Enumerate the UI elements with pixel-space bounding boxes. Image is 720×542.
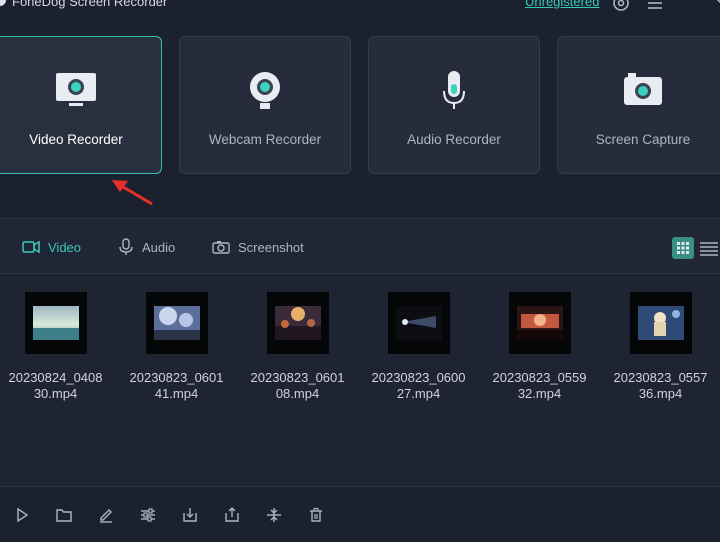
card-label: Audio Recorder bbox=[407, 132, 501, 147]
import-icon[interactable] bbox=[182, 507, 198, 523]
card-label: Webcam Recorder bbox=[208, 132, 322, 147]
app-logo bbox=[0, 0, 6, 6]
video-thumbnail bbox=[266, 292, 329, 354]
file-name: 20230823_0600 27.mp4 bbox=[371, 370, 466, 401]
file-name: 20230823_0559 32.mp4 bbox=[492, 370, 587, 401]
recordings-grid: 20230824_0408 30.mp4 20230823_0601 41.mp4 bbox=[0, 275, 720, 486]
list-view-button[interactable] bbox=[698, 237, 720, 259]
folder-icon[interactable] bbox=[56, 507, 72, 523]
minimize-icon[interactable] bbox=[680, 0, 698, 12]
video-thumbnail bbox=[629, 292, 692, 354]
video-thumbnail bbox=[387, 292, 450, 354]
video-icon bbox=[22, 240, 40, 254]
video-recorder-card[interactable]: Video Recorder bbox=[0, 36, 162, 174]
grid-icon bbox=[677, 242, 689, 254]
audio-recorder-card[interactable]: Audio Recorder bbox=[368, 36, 540, 174]
media-tab-bar: Video Audio Screenshot bbox=[0, 218, 720, 274]
share-icon[interactable] bbox=[224, 507, 240, 523]
title-bar: FoneDog Screen Recorder Unregistered bbox=[0, 0, 720, 14]
tab-screenshot[interactable]: Screenshot bbox=[212, 237, 304, 257]
settings-sliders-icon[interactable] bbox=[140, 507, 156, 523]
screen-capture-card[interactable]: Screen Capture bbox=[557, 36, 720, 174]
edit-icon[interactable] bbox=[98, 507, 114, 523]
split-icon[interactable] bbox=[266, 507, 282, 523]
webcam-icon bbox=[250, 72, 280, 109]
tab-label: Audio bbox=[142, 239, 176, 255]
tab-label: Screenshot bbox=[238, 239, 304, 255]
card-label: Screen Capture bbox=[595, 132, 691, 147]
settings-icon[interactable] bbox=[612, 0, 630, 12]
camera-icon bbox=[624, 73, 662, 105]
annotation-arrow-icon bbox=[112, 180, 153, 206]
list-icon bbox=[700, 242, 718, 256]
trash-icon[interactable] bbox=[308, 507, 324, 523]
tab-audio[interactable]: Audio bbox=[118, 237, 175, 257]
camera-icon bbox=[212, 241, 230, 254]
close-icon[interactable] bbox=[712, 0, 720, 12]
webcam-recorder-card[interactable]: Webcam Recorder bbox=[179, 36, 351, 174]
file-name: 20230823_0601 08.mp4 bbox=[250, 370, 345, 401]
tab-label: Video bbox=[48, 239, 82, 255]
monitor-icon bbox=[56, 73, 96, 106]
tab-video[interactable]: Video bbox=[22, 237, 81, 257]
microphone-icon bbox=[443, 71, 465, 109]
video-thumbnail bbox=[145, 292, 208, 354]
file-name: 20230824_0408 30.mp4 bbox=[8, 370, 103, 401]
microphone-icon bbox=[119, 238, 133, 255]
recorder-modes: Video Recorder Webcam Recorder Audio Rec… bbox=[0, 14, 720, 218]
card-label: Video Recorder bbox=[29, 132, 123, 147]
video-thumbnail bbox=[24, 292, 87, 354]
video-thumbnail bbox=[508, 292, 571, 354]
grid-view-button[interactable] bbox=[672, 237, 694, 259]
app-title: FoneDog Screen Recorder bbox=[12, 0, 168, 9]
play-icon[interactable] bbox=[14, 507, 30, 523]
file-name: 20230823_0557 36.mp4 bbox=[613, 370, 708, 401]
menu-icon[interactable] bbox=[646, 0, 664, 12]
file-name: 20230823_0601 41.mp4 bbox=[129, 370, 224, 401]
bottom-toolbar bbox=[0, 486, 720, 542]
unregistered-link[interactable]: Unregistered bbox=[525, 0, 599, 9]
